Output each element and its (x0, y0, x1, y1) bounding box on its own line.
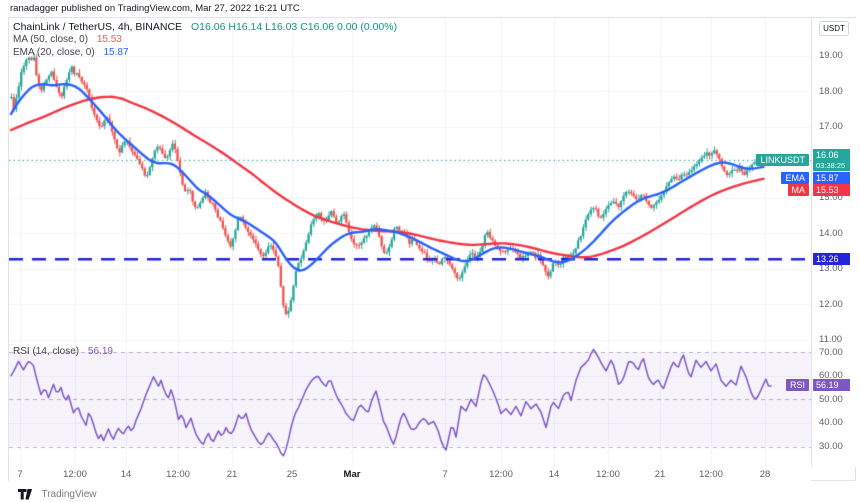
ohlc-open: O16.06 (191, 21, 225, 33)
time-axis-label: 21 (638, 469, 682, 480)
ema-name-badge: EMA (781, 172, 809, 184)
price-axis[interactable]: USDT 19.0018.0017.0015.0014.0013.0012.00… (811, 18, 857, 467)
symbol-title: ChainLink / TetherUS, 4h, BINANCE (13, 21, 182, 33)
main-chart-canvas[interactable] (9, 18, 811, 467)
time-axis-label: Mar (330, 469, 374, 480)
ema-value-badge: 15.87 (813, 172, 850, 184)
time-axis-label: 12:00 (689, 469, 733, 480)
ma-name-badge: MA (788, 184, 810, 196)
time-axis-label: 7 (0, 469, 42, 480)
price-axis-label: 70.00 (819, 347, 843, 358)
rsi-label: RSI (14, close) (13, 346, 79, 357)
ohlc-close: C16.06 (300, 21, 334, 33)
last-price: 16.06 (816, 149, 847, 161)
ohlc-change: 0.00 (0.00%) (337, 21, 397, 33)
price-axis-label: 14.00 (819, 228, 843, 239)
currency-unit-button[interactable]: USDT (819, 21, 849, 36)
price-axis-label: 12.00 (819, 299, 843, 310)
attribution-text: ranadagger published on TradingView.com,… (10, 3, 300, 14)
price-axis-label: 19.00 (819, 50, 843, 61)
tradingview-icon (18, 489, 33, 500)
time-axis-label: 14 (532, 469, 576, 480)
symbol-name-badge: LINKUSDT (756, 154, 809, 166)
price-axis-label: 18.00 (819, 86, 843, 97)
time-axis-label: 28 (743, 469, 787, 480)
ema-value: 15.87 (103, 47, 128, 58)
price-axis-label: 40.00 (819, 417, 843, 428)
rsi-value: 56.19 (88, 346, 113, 357)
time-axis[interactable]: 712:001412:002125Mar712:001412:002112:00… (9, 467, 811, 482)
price-axis-label: 17.00 (819, 121, 843, 132)
ema-legend-row[interactable]: EMA (20, close, 0) 15.87 (13, 47, 397, 59)
ma-label: MA (50, close, 0) (13, 34, 88, 45)
time-axis-label: 12:00 (586, 469, 630, 480)
tradingview-logo-link[interactable]: TradingView (18, 486, 96, 498)
ma-value: 15.53 (97, 34, 122, 45)
ma-value-badge: 15.53 (813, 184, 850, 196)
time-axis-label: 14 (104, 469, 148, 480)
ohlc-low: L16.03 (265, 21, 297, 33)
price-axis-label: 30.00 (819, 441, 843, 452)
chart-legend: ChainLink / TetherUS, 4h, BINANCE O16.06… (13, 21, 397, 60)
ohlc-high: H16.14 (228, 21, 262, 33)
time-axis-label: 21 (210, 469, 254, 480)
time-axis-label: 25 (270, 469, 314, 480)
last-price-badge: 16.06 03:38:25 (813, 149, 850, 171)
price-axis-label: 11.00 (819, 334, 842, 345)
rsi-value-badge: 56.19 (813, 379, 850, 391)
rsi-name-badge: RSI (786, 379, 809, 391)
chart-widget: ChainLink / TetherUS, 4h, BINANCE O16.06… (8, 17, 856, 481)
rsi-legend[interactable]: RSI (14, close) 56.19 (13, 346, 113, 359)
time-axis-label: 12:00 (156, 469, 200, 480)
time-axis-label: 12:00 (53, 469, 97, 480)
bar-countdown: 03:38:25 (816, 161, 847, 170)
ema-label: EMA (20, close, 0) (13, 47, 95, 58)
price-axis-label: 50.00 (819, 394, 843, 405)
published-chart-page: ranadagger published on TradingView.com,… (0, 0, 860, 502)
symbol-legend-row[interactable]: ChainLink / TetherUS, 4h, BINANCE O16.06… (13, 21, 397, 33)
ma-legend-row[interactable]: MA (50, close, 0) 15.53 (13, 34, 397, 46)
time-axis-label: 12:00 (479, 469, 523, 480)
tradingview-logo-text: TradingView (41, 489, 96, 500)
time-axis-label: 7 (423, 469, 467, 480)
level-line-badge: 13.26 (813, 253, 850, 265)
